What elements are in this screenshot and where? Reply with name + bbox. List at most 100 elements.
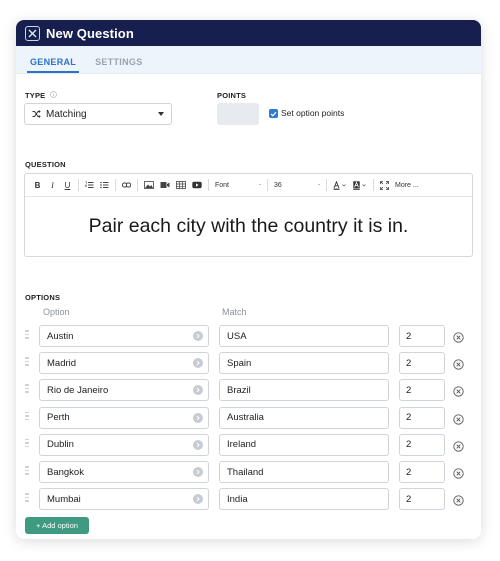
option-points-input[interactable]: 2 <box>399 406 445 429</box>
arrow-right-icon <box>193 358 203 369</box>
option-text: Madrid <box>47 357 77 369</box>
option-row: Rio de Janeiro Brazil 2 <box>16 379 481 402</box>
close-icon[interactable] <box>25 25 40 41</box>
option-input[interactable]: Perth <box>39 406 209 429</box>
drag-handle-icon[interactable] <box>25 330 29 341</box>
remove-option-icon[interactable] <box>453 493 464 506</box>
match-input[interactable]: Ireland <box>219 433 389 456</box>
drag-handle-icon[interactable] <box>25 466 29 477</box>
underline-icon[interactable]: U <box>63 179 72 191</box>
option-points-input[interactable]: 2 <box>399 325 445 347</box>
arrow-right-icon <box>193 385 203 396</box>
drag-handle-icon[interactable] <box>25 357 29 368</box>
link-icon[interactable] <box>122 179 131 191</box>
option-points-value: 2 <box>406 384 412 396</box>
match-input[interactable]: Spain <box>219 352 389 375</box>
arrow-right-icon <box>193 467 203 477</box>
option-points-input[interactable]: 2 <box>399 461 445 483</box>
option-points-input[interactable]: 2 <box>399 488 445 511</box>
match-text: Brazil <box>227 384 251 396</box>
text-color-icon[interactable] <box>333 179 347 191</box>
chevron-down-icon <box>158 112 164 116</box>
option-text: Dublin <box>47 439 74 451</box>
checkmark-icon <box>270 111 277 117</box>
remove-option-icon[interactable] <box>453 439 464 452</box>
dialog-title: New Question <box>46 25 134 41</box>
match-text: India <box>227 493 248 505</box>
youtube-icon[interactable] <box>192 179 202 191</box>
drag-handle-icon[interactable] <box>25 411 29 423</box>
more-button[interactable]: More ... <box>395 179 419 191</box>
set-option-points-label: Set option points <box>281 108 345 118</box>
font-family-select[interactable]: Font - <box>215 182 261 189</box>
remove-option-icon[interactable] <box>453 412 464 425</box>
option-points-input[interactable]: 2 <box>399 433 445 456</box>
option-text: Rio de Janeiro <box>47 384 109 396</box>
option-text: Austin <box>47 330 74 342</box>
new-question-dialog: New Question GENERAL SETTINGS TYPE Match… <box>16 20 481 539</box>
option-points-value: 2 <box>406 330 412 342</box>
ordered-list-icon[interactable] <box>85 179 94 191</box>
tab-settings[interactable]: SETTINGS <box>92 57 145 73</box>
match-input[interactable]: Brazil <box>219 379 389 402</box>
option-points-value: 2 <box>406 466 412 478</box>
option-column-header: Option <box>43 307 70 317</box>
table-icon[interactable] <box>176 179 186 191</box>
type-value: Matching <box>46 108 87 120</box>
option-row: Bangkok Thailand 2 <box>16 461 481 483</box>
fullscreen-icon[interactable] <box>380 179 389 191</box>
option-input[interactable]: Mumbai <box>39 488 209 511</box>
italic-icon[interactable]: I <box>48 179 57 191</box>
highlight-color-icon[interactable] <box>353 179 367 191</box>
option-text: Perth <box>47 412 70 424</box>
remove-option-icon[interactable] <box>453 357 464 370</box>
drag-handle-icon[interactable] <box>25 384 29 395</box>
arrow-right-icon <box>193 494 203 505</box>
add-option-button[interactable]: + Add option <box>25 517 89 534</box>
drag-handle-icon[interactable] <box>25 438 29 450</box>
match-input[interactable]: India <box>219 488 389 511</box>
option-input[interactable]: Austin <box>39 325 209 347</box>
option-input[interactable]: Dublin <box>39 433 209 456</box>
match-column-header: Match <box>222 307 247 317</box>
option-points-input[interactable]: 2 <box>399 379 445 402</box>
remove-option-icon[interactable] <box>453 466 464 479</box>
option-text: Bangkok <box>47 466 84 478</box>
match-input[interactable]: Thailand <box>219 461 389 483</box>
type-select[interactable]: Matching <box>24 103 172 125</box>
option-row: Madrid Spain 2 <box>16 352 481 375</box>
bold-icon[interactable]: B <box>33 179 42 191</box>
match-text: USA <box>227 330 247 342</box>
option-points-input[interactable]: 2 <box>399 352 445 375</box>
match-text: Australia <box>227 412 264 424</box>
question-label: QUESTION <box>25 160 66 169</box>
option-row: Austin USA 2 <box>16 325 481 347</box>
option-input[interactable]: Bangkok <box>39 461 209 483</box>
option-input[interactable]: Madrid <box>39 352 209 375</box>
chevron-down-icon: - <box>259 181 261 188</box>
bullet-list-icon[interactable] <box>100 179 109 191</box>
tab-general[interactable]: GENERAL <box>27 57 80 73</box>
video-icon[interactable] <box>160 179 170 191</box>
drag-handle-icon[interactable] <box>25 493 29 504</box>
remove-option-icon[interactable] <box>453 384 464 398</box>
points-label: POINTS <box>217 91 247 100</box>
question-text[interactable]: Pair each city with the country it is in… <box>25 197 472 256</box>
remove-option-icon[interactable] <box>453 330 464 343</box>
question-editor: B I U Font - 36 - More ... Pair each cit… <box>24 173 473 257</box>
option-text: Mumbai <box>47 493 81 505</box>
chevron-down-icon: - <box>318 181 320 188</box>
match-input[interactable]: Australia <box>219 406 389 429</box>
match-input[interactable]: USA <box>219 325 389 347</box>
shuffle-icon <box>32 110 41 118</box>
font-size-select[interactable]: 36 - <box>274 182 320 189</box>
option-row: Mumbai India 2 <box>16 488 481 511</box>
option-row: Perth Australia 2 <box>16 406 481 429</box>
option-points-value: 2 <box>406 357 412 369</box>
image-icon[interactable] <box>144 179 154 191</box>
option-row: Dublin Ireland 2 <box>16 433 481 456</box>
set-option-points-checkbox[interactable] <box>269 109 278 118</box>
arrow-right-icon <box>193 439 203 450</box>
option-input[interactable]: Rio de Janeiro <box>39 379 209 402</box>
points-input[interactable] <box>217 103 259 125</box>
